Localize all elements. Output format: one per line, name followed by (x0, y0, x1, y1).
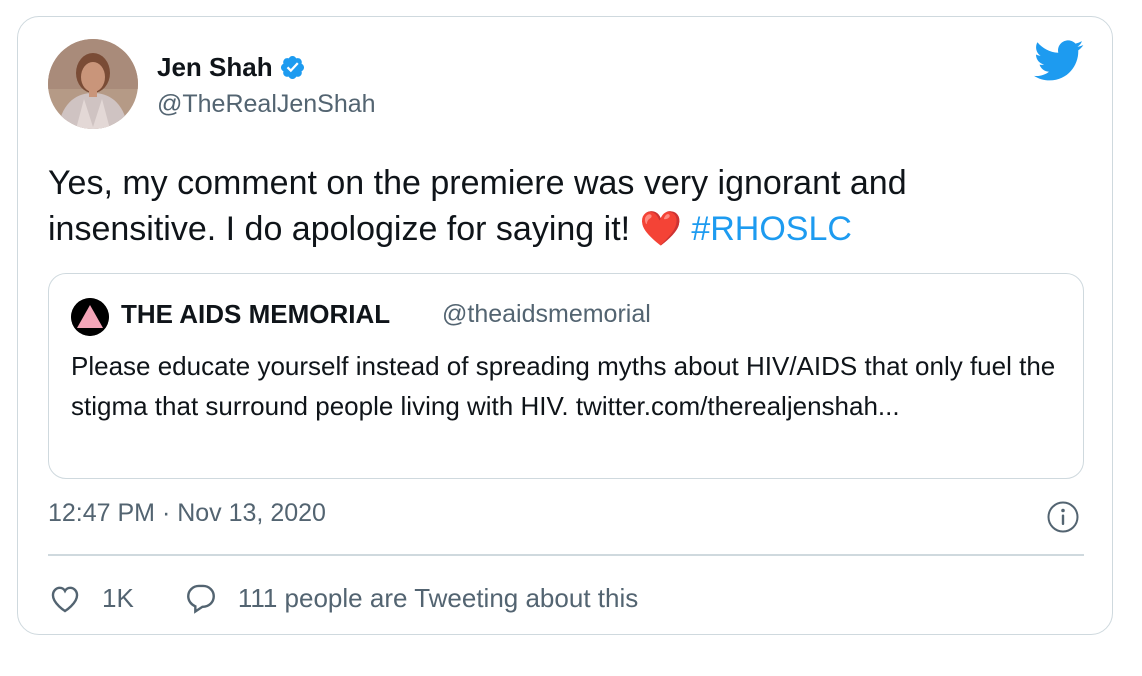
tweet-text: Yes, my comment on the premiere was very… (48, 160, 1078, 252)
like-button[interactable]: 1K (48, 581, 134, 615)
author-avatar[interactable] (48, 39, 138, 129)
action-bar: 1K 111 people are Tweeting about this (48, 578, 638, 618)
author-handle[interactable]: @TheRealJenShah (157, 90, 376, 119)
likes-count: 1K (102, 582, 134, 613)
twitter-bird-icon[interactable] (1034, 40, 1084, 82)
quoted-author-handle: @theaidsmemorial (442, 300, 651, 328)
speech-bubble-icon (186, 584, 215, 614)
quoted-author-name: THE AIDS MEMORIAL (121, 299, 391, 329)
quoted-avatar[interactable] (71, 298, 109, 336)
author-name[interactable]: Jen Shah (157, 52, 273, 83)
verified-badge-icon (279, 54, 306, 81)
quoted-text: Please educate yourself instead of sprea… (71, 351, 1056, 421)
divider (48, 554, 1084, 556)
tweet-timestamp[interactable]: 12:47 PM · Nov 13, 2020 (48, 499, 326, 528)
heart-emoji: ❤️ (639, 209, 682, 249)
quoted-tweet[interactable]: THE AIDS MEMORIAL @theaidsmemorial Pleas… (48, 273, 1084, 479)
hashtag-link[interactable]: #RHOSLC (691, 210, 852, 248)
reply-button[interactable]: 111 people are Tweeting about this (184, 581, 638, 615)
heart-outline-icon (51, 586, 79, 613)
tweeting-about-text: 111 people are Tweeting about this (237, 582, 639, 613)
info-icon[interactable] (1046, 500, 1080, 534)
